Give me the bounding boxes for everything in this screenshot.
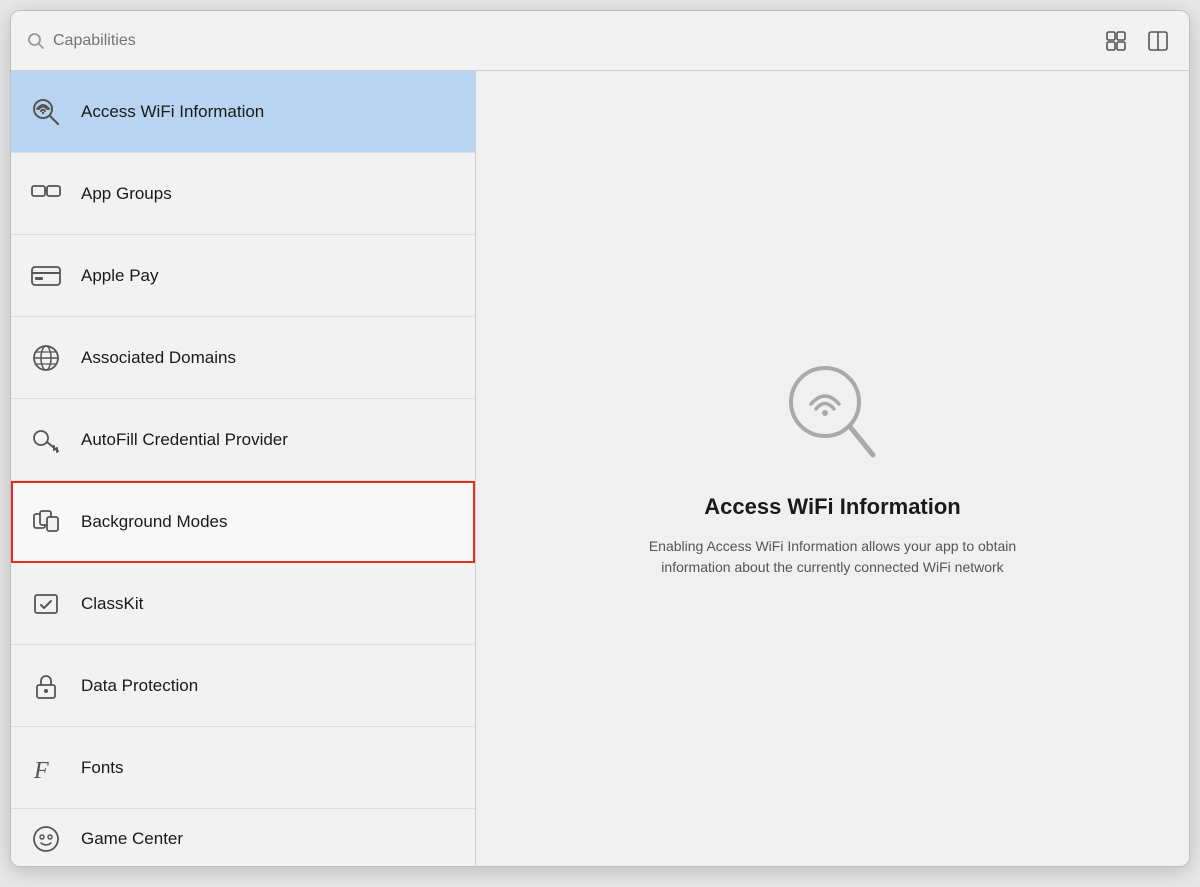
sidebar-item-label: Associated Domains — [81, 348, 236, 368]
classkit-icon — [27, 585, 65, 623]
lock-icon — [27, 667, 65, 705]
sidebar-item-label: Fonts — [81, 758, 124, 778]
search-bar — [27, 32, 1101, 50]
fonts-icon: F — [27, 749, 65, 787]
sidebar-item-associated-domains[interactable]: Associated Domains — [11, 317, 475, 399]
sidebar-item-app-groups[interactable]: App Groups — [11, 153, 475, 235]
split-icon — [1147, 30, 1169, 52]
detail-icon — [783, 360, 883, 470]
sidebar-item-label: Access WiFi Information — [81, 102, 264, 122]
toolbar-actions — [1101, 26, 1173, 56]
sidebar-item-label: AutoFill Credential Provider — [81, 430, 288, 450]
sidebar-item-autofill[interactable]: AutoFill Credential Provider — [11, 399, 475, 481]
search-input[interactable] — [53, 32, 253, 50]
background-modes-icon — [27, 503, 65, 541]
sidebar-item-classkit[interactable]: ClassKit — [11, 563, 475, 645]
sidebar-item-access-wifi[interactable]: Access WiFi Information — [11, 71, 475, 153]
sidebar-item-label: ClassKit — [81, 594, 143, 614]
sidebar-item-label: Data Protection — [81, 676, 198, 696]
sidebar-item-game-center[interactable]: Game Center — [11, 809, 475, 866]
split-view-button[interactable] — [1143, 26, 1173, 56]
search-icon — [27, 32, 45, 50]
sidebar: Access WiFi Information App Groups — [11, 71, 476, 866]
grid-icon — [1105, 30, 1127, 52]
globe-icon — [27, 339, 65, 377]
game-center-icon — [27, 820, 65, 858]
detail-description: Enabling Access WiFi Information allows … — [623, 536, 1043, 578]
sidebar-item-label: Game Center — [81, 829, 183, 849]
apple-pay-icon — [27, 257, 65, 295]
sidebar-item-apple-pay[interactable]: Apple Pay — [11, 235, 475, 317]
sidebar-item-label: Background Modes — [81, 512, 227, 532]
content-area: Access WiFi Information App Groups — [11, 71, 1189, 866]
key-icon — [27, 421, 65, 459]
svg-text:F: F — [33, 758, 49, 784]
main-content: Access WiFi Information Enabling Access … — [476, 71, 1189, 866]
grid-view-button[interactable] — [1101, 26, 1131, 56]
sidebar-item-data-protection[interactable]: Data Protection — [11, 645, 475, 727]
capabilities-window: Access WiFi Information App Groups — [10, 10, 1190, 867]
sidebar-item-label: Apple Pay — [81, 266, 159, 286]
toolbar — [11, 11, 1189, 71]
sidebar-item-label: App Groups — [81, 184, 172, 204]
app-groups-icon — [27, 175, 65, 213]
sidebar-item-fonts[interactable]: F Fonts — [11, 727, 475, 809]
sidebar-item-background-modes[interactable]: Background Modes — [11, 481, 475, 563]
wifi-search-icon — [27, 93, 65, 131]
detail-title: Access WiFi Information — [704, 494, 961, 520]
